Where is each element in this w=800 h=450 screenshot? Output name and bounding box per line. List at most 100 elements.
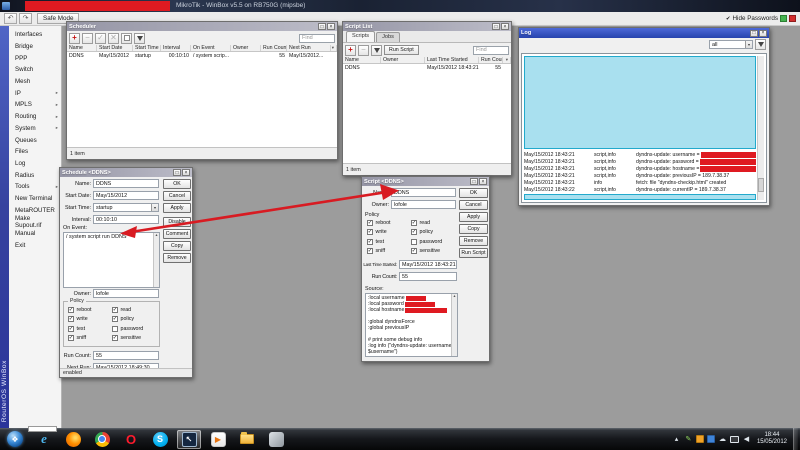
run-count-field[interactable]: 55 xyxy=(93,351,159,360)
log-filter-select[interactable]: all ▾ xyxy=(709,40,753,49)
hide-passwords-checkbox[interactable]: ✔ Hide Passwords xyxy=(726,15,778,22)
log-selected-row[interactable] xyxy=(524,194,756,200)
policy-checkbox-reboot[interactable]: ✓ reboot xyxy=(367,219,411,226)
owner-field[interactable]: lofole xyxy=(391,200,456,209)
log-row[interactable]: May/15/2012 18:43:21 script,info dyndns-up… xyxy=(524,158,756,165)
remove-button[interactable]: − xyxy=(82,32,93,44)
run-script-button[interactable]: Run Script xyxy=(384,45,419,55)
add-button[interactable]: + xyxy=(69,32,80,44)
policy-checkbox-sensitive[interactable]: ✓ sensitive xyxy=(411,248,455,255)
log-list-area[interactable]: May/15/2012 18:43:21 script,info dyndns-up… xyxy=(521,53,767,203)
sidebar-item-exit[interactable]: Exit xyxy=(9,239,61,251)
title-bar[interactable]: Script <DDNS> □ × xyxy=(362,177,489,186)
column-header[interactable]: Interval xyxy=(161,45,191,51)
column-header[interactable]: Run Count xyxy=(479,57,503,63)
title-bar[interactable]: Script List □ × xyxy=(343,22,511,31)
on-event-textarea[interactable]: / system script run DDNS ▲ xyxy=(63,232,160,288)
chevron-down-icon[interactable]: ▾ xyxy=(151,204,158,211)
table-row[interactable]: DDNS May/15/2012 18:43:21 55 xyxy=(343,64,511,71)
sidebar-item-log[interactable]: Log xyxy=(9,158,61,170)
close-button[interactable]: × xyxy=(501,23,509,30)
taskbar-winbox-session-button[interactable]: ↖ xyxy=(177,429,201,449)
filter-button[interactable] xyxy=(134,32,145,44)
tab-scripts[interactable]: Scripts xyxy=(346,31,376,42)
find-input[interactable] xyxy=(473,45,509,55)
copy-button[interactable]: Copy xyxy=(163,241,191,251)
log-row[interactable]: May/15/2012 18:43:21 info fetch: file "dyn… xyxy=(524,179,756,186)
tray-expand-icon[interactable]: ▴ xyxy=(672,435,681,444)
scrollbar-thumb[interactable] xyxy=(758,178,764,192)
comment-button[interactable]: Comment xyxy=(163,229,191,239)
blue-tray-icon[interactable] xyxy=(706,435,715,443)
orange-tray-icon[interactable] xyxy=(695,435,704,443)
policy-checkbox-test[interactable]: ✓ test xyxy=(367,238,411,245)
column-header[interactable]: Owner xyxy=(231,45,261,51)
sidebar-item-routing[interactable]: Routing ▸ xyxy=(9,111,61,123)
enable-button[interactable]: ✓ xyxy=(95,32,106,44)
policy-checkbox-sniff[interactable]: ✓ sniff xyxy=(367,248,411,255)
network-tray-icon[interactable] xyxy=(729,435,739,443)
close-button[interactable]: × xyxy=(479,178,487,185)
sidebar-item-make-supout-rif[interactable]: Make Supout.rif xyxy=(9,215,61,229)
name-field[interactable]: DDNS xyxy=(93,179,159,188)
policy-checkbox-password[interactable]: password xyxy=(112,325,156,332)
undo-button[interactable]: ↶ xyxy=(4,13,17,24)
table-row[interactable]: DDNS May/15/2012 startup 00:10:10 / system s… xyxy=(67,52,337,59)
remove-button[interactable]: Remove xyxy=(459,236,488,246)
source-textarea[interactable]: :local username:local password:local hos… xyxy=(365,293,458,357)
minimize-button[interactable]: □ xyxy=(318,23,326,30)
taskbar-opera-button[interactable]: O xyxy=(119,430,143,449)
column-header[interactable]: Next Run xyxy=(287,45,331,51)
sidebar-item-radius[interactable]: Radius xyxy=(9,169,61,181)
filter-button[interactable] xyxy=(755,39,766,50)
taskbar-internet-explorer-button[interactable]: e xyxy=(32,430,56,449)
last-time-started-field[interactable]: May/15/2012 18:43:21 xyxy=(399,260,457,269)
policy-checkbox-read[interactable]: ✓ read xyxy=(411,219,455,226)
column-header[interactable]: Start Date xyxy=(97,45,133,51)
close-button[interactable]: × xyxy=(327,23,335,30)
interval-field[interactable]: 00:10:10 xyxy=(93,215,159,224)
column-header[interactable]: Name xyxy=(343,57,381,63)
sidebar-item-files[interactable]: Files xyxy=(9,146,61,158)
sidebar-item-bridge[interactable]: Bridge xyxy=(9,41,61,53)
log-row[interactable]: May/15/2012 18:43:21 script,info dyndns-up… xyxy=(524,172,756,179)
policy-checkbox-sniff[interactable]: ✓ sniff xyxy=(68,335,112,342)
script-list-area[interactable] xyxy=(343,71,511,163)
column-dropdown-icon[interactable]: ▾ xyxy=(331,45,337,51)
policy-checkbox-reboot[interactable]: ✓ reboot xyxy=(68,306,112,313)
policy-checkbox-write[interactable]: ✓ write xyxy=(367,229,411,236)
column-header[interactable]: Start Time xyxy=(133,45,161,51)
taskbar-clock[interactable]: 18:44 15/05/2012 xyxy=(757,432,787,446)
taskbar-firefox-button[interactable] xyxy=(61,430,85,449)
comment-button[interactable] xyxy=(121,32,132,44)
sidebar-item-switch[interactable]: Switch xyxy=(9,64,61,76)
textarea-scrollbar[interactable]: ▲ xyxy=(153,233,159,287)
run-script-button[interactable]: Run Script xyxy=(459,248,488,258)
sidebar-item-new-terminal[interactable]: New Terminal xyxy=(9,193,61,205)
column-dropdown-icon[interactable]: ▾ xyxy=(503,57,511,63)
tab-jobs[interactable]: Jobs xyxy=(376,32,400,42)
find-input[interactable] xyxy=(299,33,335,43)
pencil-tray-icon[interactable]: ✎ xyxy=(684,435,693,444)
sidebar-item-system[interactable]: System ▸ xyxy=(9,123,61,135)
start-time-field[interactable]: startup ▾ xyxy=(93,203,159,212)
apply-button[interactable]: Apply xyxy=(163,203,191,213)
apply-button[interactable]: Apply xyxy=(459,212,488,222)
show-desktop-button[interactable] xyxy=(793,428,798,450)
policy-checkbox-policy[interactable]: ✓ policy xyxy=(112,316,156,323)
sidebar-item-manual[interactable]: Manual xyxy=(9,228,61,240)
policy-checkbox-sensitive[interactable]: ✓ sensitive xyxy=(112,335,156,342)
minimize-button[interactable]: □ xyxy=(470,178,478,185)
policy-checkbox-write[interactable]: ✓ write xyxy=(68,316,112,323)
name-field[interactable]: DDNS xyxy=(391,188,456,197)
sidebar-item-mesh[interactable]: Mesh xyxy=(9,76,61,88)
policy-checkbox-password[interactable]: password xyxy=(411,238,455,245)
title-bar[interactable]: Schedule <DDNS> □ × xyxy=(60,168,192,177)
add-button[interactable]: + xyxy=(345,44,356,56)
minimize-button[interactable]: □ xyxy=(173,169,181,176)
sidebar-item-tools[interactable]: Tools ▸ xyxy=(9,181,61,193)
sidebar-item-queues[interactable]: Queues xyxy=(9,134,61,146)
column-header[interactable]: Owner xyxy=(381,57,425,63)
title-bar[interactable]: Log □ × xyxy=(519,28,769,38)
scheduler-list-area[interactable] xyxy=(67,59,337,147)
